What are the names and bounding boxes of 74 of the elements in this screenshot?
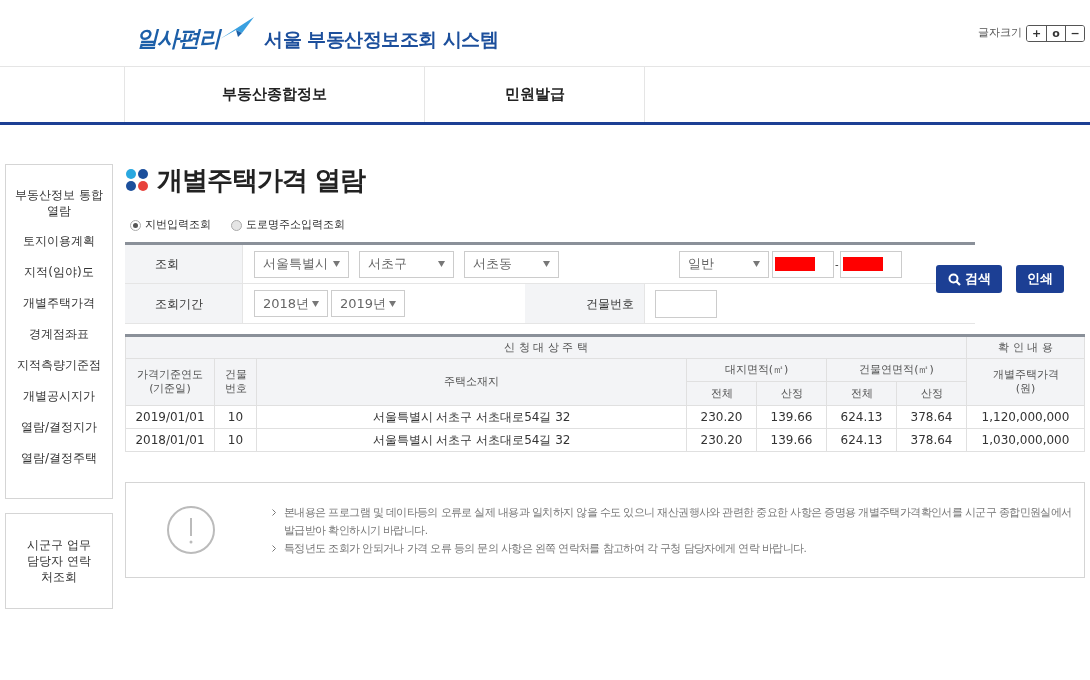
table-cell: 230.20 [686, 405, 757, 429]
select-field[interactable]: 서초동 [464, 250, 559, 278]
font-size-label: 글자크기 [978, 25, 1022, 42]
table-cell: 2019/01/01 [125, 405, 215, 429]
table-cell: 139.66 [756, 405, 827, 429]
radio-label: 지번입력조회 [145, 216, 211, 233]
table-cell: 10 [214, 428, 257, 452]
input-field[interactable] [839, 250, 902, 278]
notice-text: 본내용은 프로그램 및 데이타등의 오류로 실제 내용과 일치하지 않을 수도 있으니 재산권행사와 관련한 중요한 사항은 증명용 개별주택가격확인서를 시군구 종합민원실에서 발급받아 확인하시기 바랍니다. [284, 505, 1073, 538]
nav-link[interactable]: 부동산종합정보 [222, 83, 327, 106]
table-cell: 서울특별시 서초구 서초대로54길 32 [256, 405, 687, 429]
table-cell: 10 [214, 405, 257, 429]
select-field[interactable]: 2019년 [331, 290, 405, 317]
caret-icon [389, 300, 396, 307]
column-header: 대지면적(㎡) [686, 358, 827, 382]
column-header: 건물연면적(㎡) [826, 358, 967, 382]
table-cell: 1,030,000,000 [966, 428, 1085, 452]
radio-label: 도로명주소입력조회 [246, 216, 345, 233]
notice-text: 특정년도 조회가 안되거나 가격 오류 등의 문의 사항은 왼쪽 연락처를 참고하여 각 구청 담당자에게 연락 바랍니다. [284, 541, 807, 556]
print-button[interactable]: 인쇄 [1016, 265, 1064, 293]
column-header: 건물 번호 [214, 358, 257, 406]
table-cell: 624.13 [826, 405, 897, 429]
select-field[interactable]: 2018년 [254, 290, 328, 317]
input-field[interactable] [772, 250, 834, 278]
input-field[interactable] [655, 289, 717, 318]
page-title: 개별주택가격 열람 [157, 163, 366, 197]
select-field[interactable]: 서울특별시 [254, 250, 349, 278]
table-cell: 230.20 [686, 428, 757, 452]
sidebar-link[interactable]: 열람/결정지가 [20, 419, 97, 435]
table-cell: 378.64 [896, 428, 967, 452]
sidebar-link[interactable]: 개별공시지가 [23, 388, 95, 404]
column-header: 개별주택가격 (원) [966, 358, 1085, 406]
table-cell: 139.66 [756, 428, 827, 452]
separator-text: - [835, 257, 839, 272]
search-button[interactable]: 검색 [936, 265, 1002, 293]
column-header: 확 인 내 용 [966, 335, 1085, 359]
form-label: 조회 [155, 256, 179, 273]
sidebar-link[interactable]: 토지이용계획 [23, 233, 95, 249]
radio-button[interactable] [231, 219, 242, 231]
exclamation-icon [166, 505, 216, 555]
font-size-button[interactable]: − [1065, 26, 1084, 41]
search-icon [947, 272, 961, 286]
caret-icon [543, 261, 550, 267]
system-title: 서울 부동산정보조회 시스템 [264, 26, 499, 52]
caret-icon [312, 300, 319, 307]
sidebar-link[interactable]: 지적측량기준점 [17, 357, 101, 373]
dots-icon [125, 168, 149, 192]
select-field[interactable]: 일반 [679, 250, 769, 278]
sidebar-link[interactable]: 개별주택가격 [23, 295, 95, 311]
form-label: 조회기간 [155, 295, 203, 313]
column-header: 신 청 대 상 주 택 [125, 335, 967, 359]
sidebar-link[interactable]: 열람/결정주택 [20, 450, 97, 466]
logo-text: 일사편리 [136, 25, 220, 53]
sidebar-link[interactable]: 경계점좌표 [29, 326, 89, 342]
sidebar-link[interactable]: 부동산정보 통합 열람 [14, 187, 104, 219]
select-field[interactable]: 서초구 [359, 250, 454, 278]
form-label: 건물번호 [586, 295, 634, 313]
caret-icon [438, 261, 445, 267]
chevron-icon [272, 545, 276, 552]
column-header: 가격기준연도 (기준일) [125, 358, 215, 406]
contact-link[interactable]: 시군구 업무담당자 연락처조회 [27, 537, 91, 585]
paper-plane-icon [220, 17, 254, 41]
radio-button[interactable] [130, 219, 141, 231]
table-cell: 1,120,000,000 [966, 405, 1085, 429]
table-cell: 624.13 [826, 428, 897, 452]
chevron-icon [272, 509, 276, 516]
table-cell: 378.64 [896, 405, 967, 429]
column-header: 주택소재지 [256, 358, 687, 406]
table-cell: 2018/01/01 [125, 428, 215, 452]
sidebar-link[interactable]: 지적(임야)도 [24, 264, 94, 280]
nav-link[interactable]: 민원발급 [504, 83, 565, 106]
caret-icon [753, 261, 760, 267]
table-cell: 서울특별시 서초구 서초대로54길 32 [256, 428, 687, 452]
caret-icon [333, 261, 340, 267]
